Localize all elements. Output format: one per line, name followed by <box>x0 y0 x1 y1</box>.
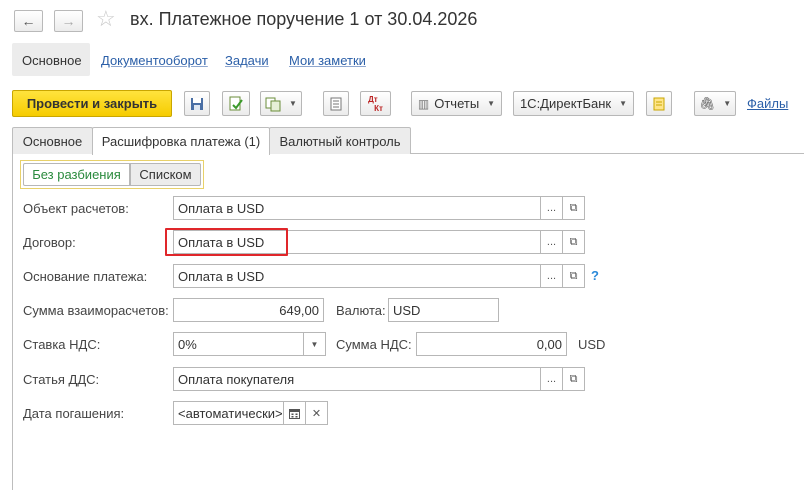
reports-button[interactable]: ▥ Отчеты ▼ <box>411 91 502 116</box>
due-date-calendar-button[interactable] <box>284 401 306 425</box>
ellipsis-icon: ... <box>546 236 557 248</box>
floppy-disk-icon <box>191 97 203 110</box>
tab-main[interactable]: Основное <box>12 127 93 154</box>
tab-currency-control[interactable]: Валютный контроль <box>269 127 411 154</box>
payment-basis-label: Основание платежа: <box>23 269 148 284</box>
settlement-amount-field[interactable]: 649,00 <box>173 298 324 322</box>
currency-field[interactable]: USD <box>388 298 499 322</box>
cash-flow-item-open-button[interactable]: ⧉ <box>563 367 585 391</box>
vat-amount-currency: USD <box>578 337 606 352</box>
note-icon <box>653 97 665 110</box>
settlement-object-label: Объект расчетов: <box>23 201 129 216</box>
open-icon: ⧉ <box>569 235 578 248</box>
cash-flow-item-field[interactable]: Оплата покупателя <box>173 367 541 391</box>
ellipsis-icon: ... <box>546 270 557 282</box>
back-button[interactable]: ← <box>14 10 43 32</box>
dt-kt-icon: Дт Кт <box>368 94 383 113</box>
document-list-button[interactable] <box>323 91 349 116</box>
forward-button[interactable]: → <box>54 10 83 32</box>
vat-rate-label: Ставка НДС: <box>23 337 101 352</box>
vat-rate-field[interactable]: 0% <box>173 332 304 356</box>
calendar-icon <box>289 408 300 419</box>
vat-rate-dropdown-button[interactable]: ▼ <box>304 332 326 356</box>
section-link-docflow[interactable]: Документооборот <box>101 53 208 68</box>
chevron-down-icon: ▼ <box>310 339 319 349</box>
tab-payment-breakdown[interactable]: Расшифровка платежа (1) <box>92 127 270 155</box>
vat-amount-label: Сумма НДС: <box>336 337 412 352</box>
payment-basis-open-button[interactable]: ⧉ <box>563 264 585 288</box>
split-mode-list[interactable]: Списком <box>130 163 201 186</box>
chevron-down-icon: ▼ <box>487 99 496 108</box>
open-icon: ⧉ <box>569 372 578 385</box>
settlement-object-select-button[interactable]: ... <box>541 196 563 220</box>
due-date-label: Дата погашения: <box>23 406 125 421</box>
chevron-down-icon: ▼ <box>289 99 297 108</box>
create-based-on-icon <box>265 97 281 111</box>
post-document-icon <box>229 96 243 110</box>
open-icon: ⧉ <box>569 269 578 282</box>
contract-label: Договор: <box>23 235 76 250</box>
split-mode-no-split[interactable]: Без разбиения <box>23 163 130 186</box>
section-link-tasks[interactable]: Задачи <box>225 53 269 68</box>
save-button[interactable] <box>184 91 210 116</box>
settlement-object-field[interactable]: Оплата в USD <box>173 196 541 220</box>
favorite-star-icon[interactable]: ☆ <box>96 8 116 30</box>
close-icon: ✕ <box>311 407 322 420</box>
note-button[interactable] <box>646 91 672 116</box>
contract-select-button[interactable]: ... <box>541 230 563 254</box>
cash-flow-item-select-button[interactable]: ... <box>541 367 563 391</box>
panel-border <box>12 153 13 490</box>
settlement-amount-label: Сумма взаиморасчетов: <box>23 303 169 318</box>
arrow-left-icon: ← <box>21 13 36 29</box>
due-date-field[interactable]: <автоматически> <box>173 401 284 425</box>
cash-flow-item-label: Статья ДДС: <box>23 372 100 387</box>
settlement-object-open-button[interactable]: ⧉ <box>563 196 585 220</box>
vat-amount-field[interactable]: 0,00 <box>416 332 567 356</box>
currency-label: Валюта: <box>336 303 386 318</box>
paperclip-icon: 🖇 <box>698 95 716 111</box>
post-and-close-button[interactable]: Провести и закрыть <box>12 90 172 117</box>
due-date-clear-button[interactable]: ✕ <box>306 401 328 425</box>
directbank-button[interactable]: 1С:ДиректБанк ▼ <box>513 91 634 116</box>
contract-open-button[interactable]: ⧉ <box>563 230 585 254</box>
create-based-on-button[interactable]: ▼ <box>260 91 302 116</box>
chevron-down-icon: ▼ <box>619 99 628 108</box>
section-link-main[interactable]: Основное <box>22 53 82 68</box>
ellipsis-icon: ... <box>546 373 557 385</box>
files-link[interactable]: Файлы <box>747 96 788 111</box>
section-link-notes[interactable]: Мои заметки <box>289 53 366 68</box>
payment-basis-field[interactable]: Оплата в USD <box>173 264 541 288</box>
help-icon[interactable]: ? <box>591 268 599 283</box>
ellipsis-icon: ... <box>546 202 557 214</box>
open-icon: ⧉ <box>569 201 578 214</box>
contract-highlight-box <box>165 228 288 256</box>
dt-kt-button[interactable]: Дт Кт <box>360 91 391 116</box>
reports-icon: ▥ <box>417 96 430 111</box>
attach-button[interactable]: 🖇 ▼ <box>694 91 736 116</box>
arrow-right-icon: → <box>61 13 76 29</box>
chevron-down-icon: ▼ <box>723 99 732 108</box>
list-icon <box>330 97 342 110</box>
page-title: вх. Платежное поручение 1 от 30.04.2026 <box>130 9 478 29</box>
post-button[interactable] <box>222 91 250 116</box>
payment-basis-select-button[interactable]: ... <box>541 264 563 288</box>
